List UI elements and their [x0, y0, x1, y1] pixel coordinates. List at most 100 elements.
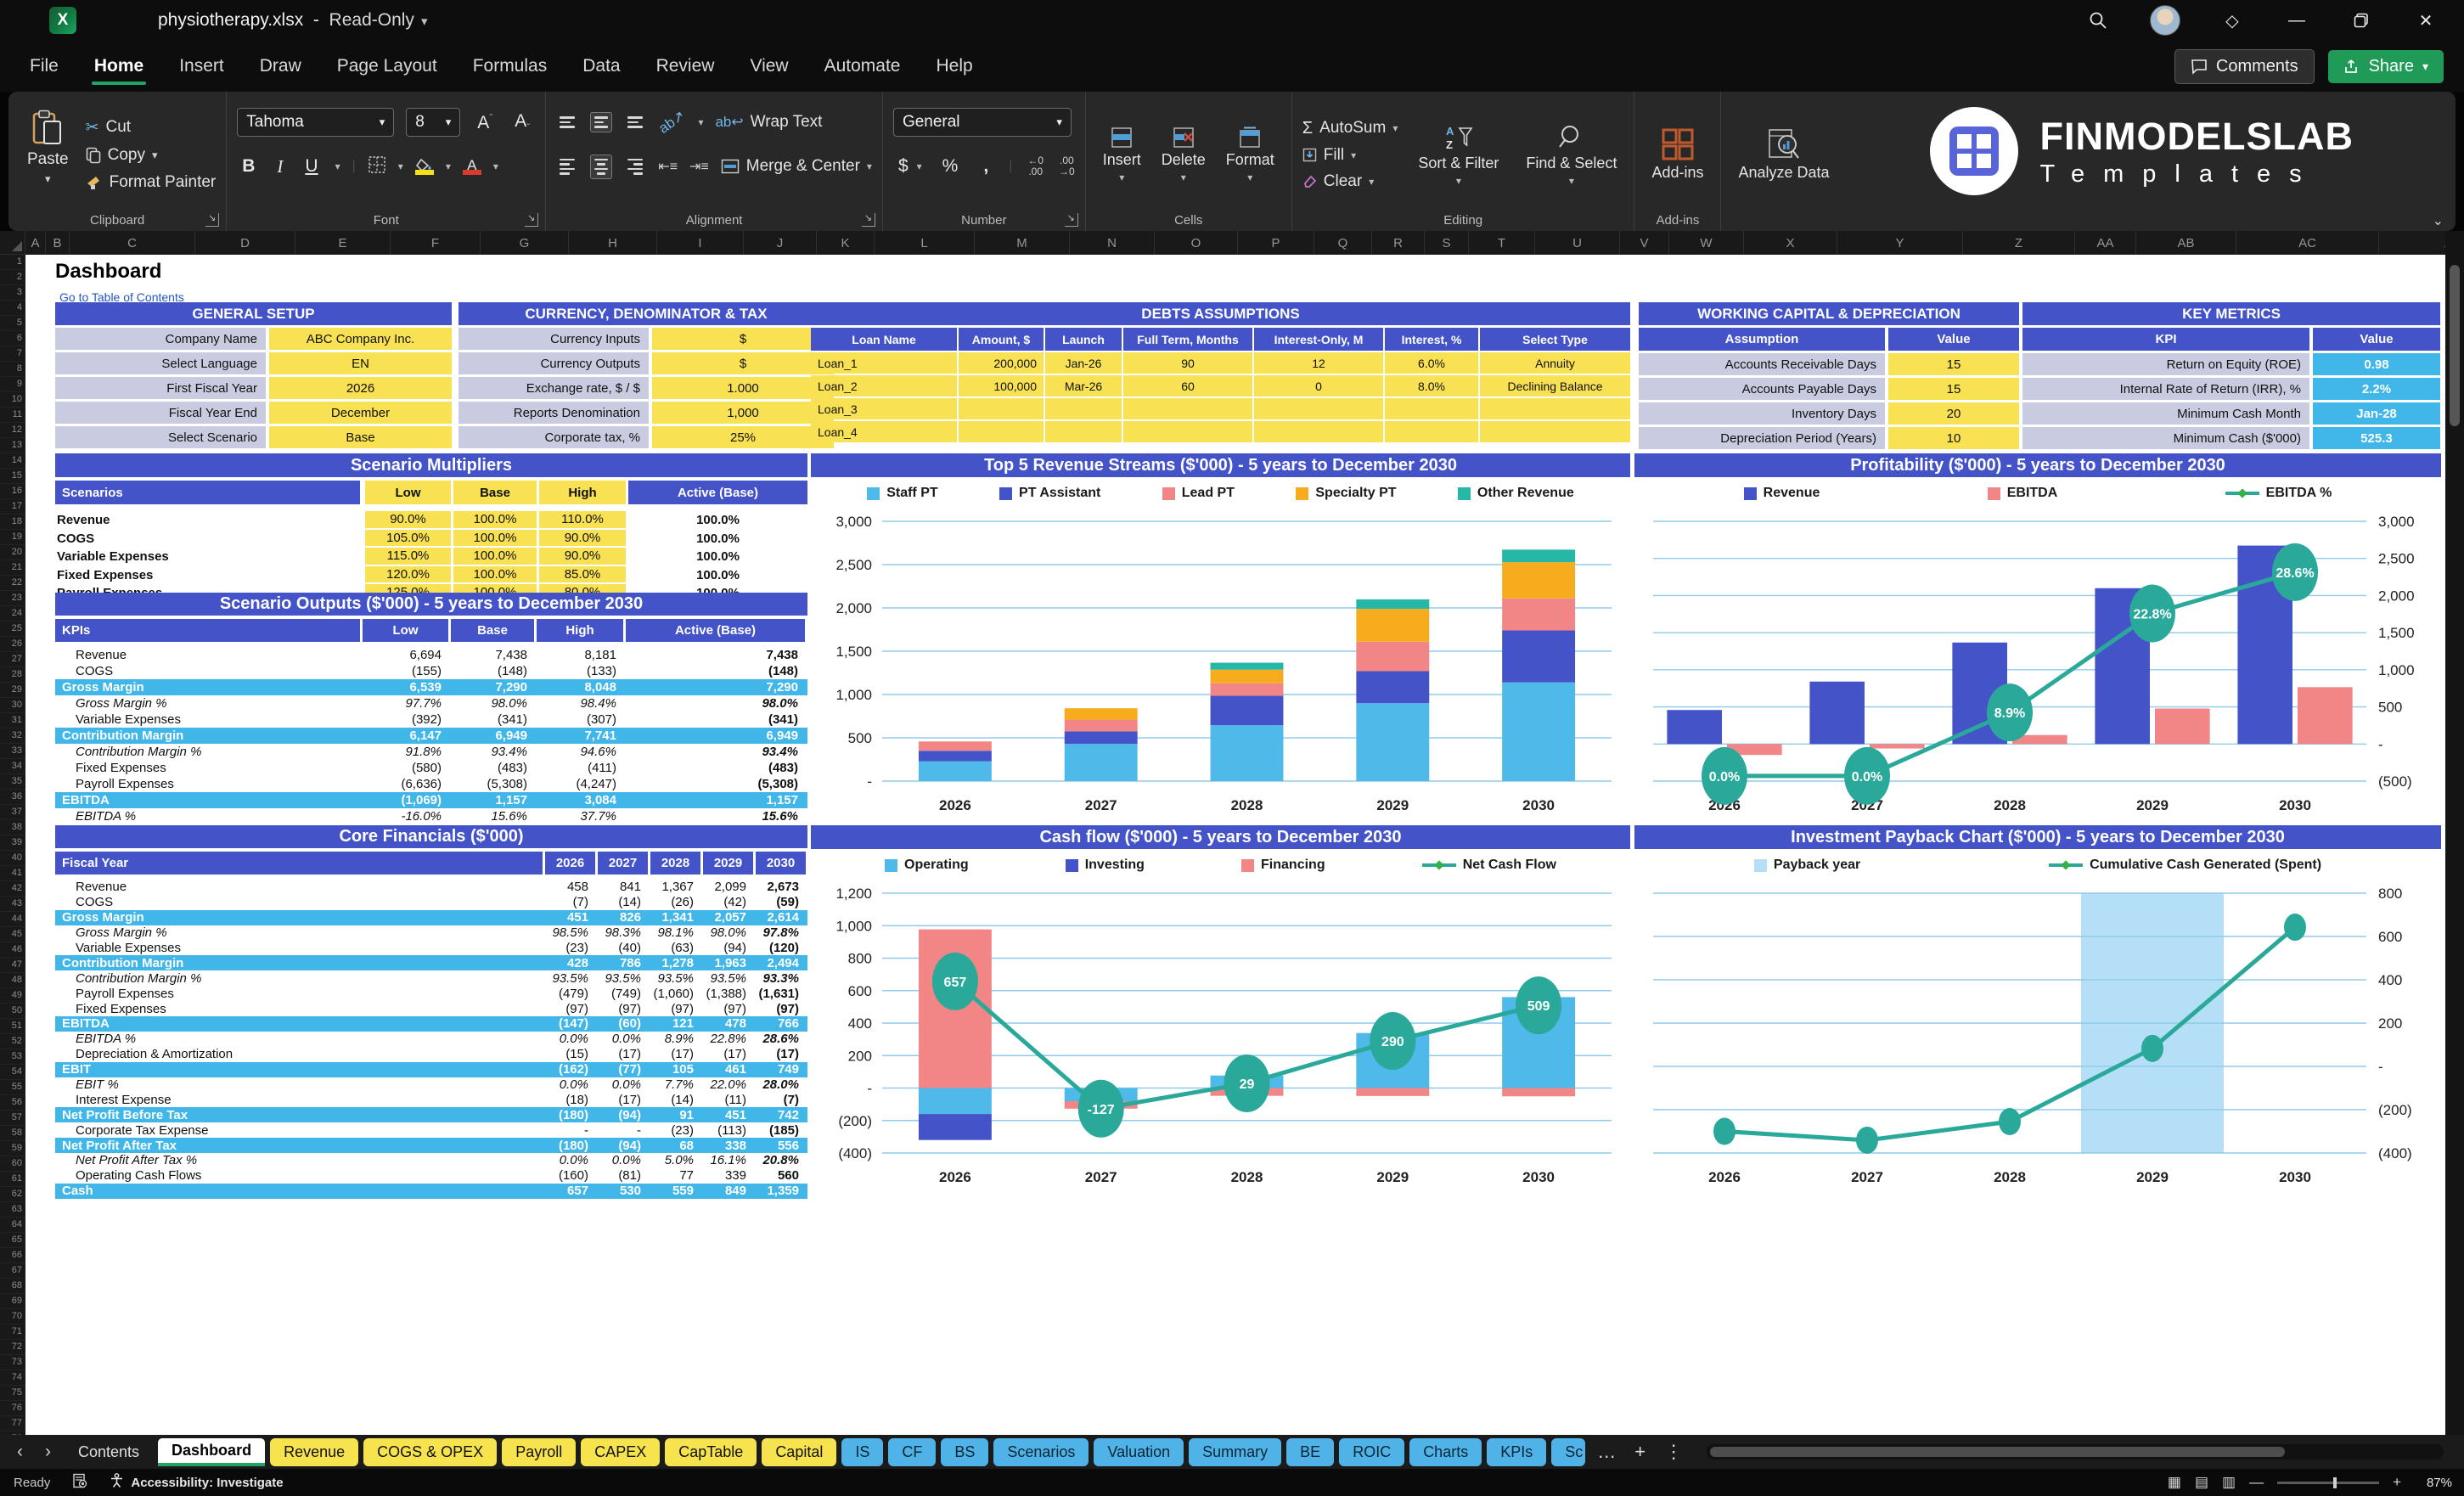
italic-button[interactable]: I	[272, 156, 288, 177]
sheet-tab-captable[interactable]: CapTable	[665, 1438, 757, 1466]
row-value[interactable]: $	[652, 328, 834, 350]
horizontal-scrollbar[interactable]	[1707, 1444, 2444, 1459]
percent-format-icon[interactable]: %	[937, 156, 964, 177]
menu-tab-formulas[interactable]: Formulas	[455, 44, 565, 88]
row-header[interactable]: 36	[0, 790, 25, 805]
cell[interactable]: Loan_1	[811, 352, 957, 374]
row-header[interactable]: 17	[0, 499, 25, 515]
row-header[interactable]: 67	[0, 1263, 25, 1279]
sheet-tab-cf[interactable]: CF	[888, 1438, 936, 1466]
column-header-C[interactable]: C	[70, 231, 195, 255]
row-header[interactable]: 69	[0, 1294, 25, 1309]
column-header-V[interactable]: V	[1620, 231, 1669, 255]
row-value[interactable]: $	[652, 352, 834, 374]
column-headers[interactable]: ABCDEFGHIJKLMNOPQRSTUVWXYZAAABACAD	[25, 231, 2445, 255]
column-header-R[interactable]: R	[1372, 231, 1425, 255]
column-header-Q[interactable]: Q	[1314, 231, 1372, 255]
row-header[interactable]: 18	[0, 515, 25, 530]
find-select-button[interactable]: Find & Select▾	[1519, 121, 1623, 188]
cell[interactable]: Jan-26	[1045, 352, 1122, 374]
menu-tab-page-layout[interactable]: Page Layout	[319, 44, 455, 88]
sheet-tab-summary[interactable]: Summary	[1189, 1438, 1281, 1466]
row-header[interactable]: 30	[0, 698, 25, 713]
row-header[interactable]: 70	[0, 1309, 25, 1324]
page-layout-view-icon[interactable]: ▤	[2195, 1474, 2208, 1491]
zoom-in-icon[interactable]: +	[2393, 1474, 2401, 1491]
sheet-tab-scenarios[interactable]: Scenarios	[993, 1438, 1089, 1466]
row-header[interactable]: 75	[0, 1386, 25, 1401]
font-color-icon[interactable]: A	[463, 159, 481, 175]
menu-tab-insert[interactable]: Insert	[161, 44, 242, 88]
copy-button[interactable]: Copy▾	[86, 146, 217, 165]
row-header[interactable]: 16	[0, 484, 25, 499]
row-headers[interactable]: 1234567891011121314151617181920212223242…	[0, 255, 25, 1435]
cell[interactable]: Loan_3	[811, 398, 957, 419]
column-header-T[interactable]: T	[1469, 231, 1535, 255]
row-header[interactable]: 63	[0, 1202, 25, 1218]
row-header[interactable]: 15	[0, 469, 25, 484]
sheet-tab-valuation[interactable]: Valuation	[1094, 1438, 1184, 1466]
menu-tab-draw[interactable]: Draw	[242, 44, 319, 88]
row-header[interactable]: 29	[0, 683, 25, 698]
cell[interactable]	[1385, 421, 1478, 442]
cell[interactable]: 100,000	[959, 375, 1044, 396]
column-header-J[interactable]: J	[744, 231, 817, 255]
row-value[interactable]: 20	[1888, 402, 2019, 425]
row-header[interactable]: 22	[0, 576, 25, 591]
cell[interactable]	[1480, 398, 1630, 419]
bold-button[interactable]: B	[237, 156, 260, 177]
menu-tab-automate[interactable]: Automate	[807, 44, 919, 88]
avatar[interactable]	[2150, 5, 2180, 36]
row-header[interactable]: 76	[0, 1401, 25, 1416]
number-format-select[interactable]: General▾	[893, 108, 1072, 137]
row-header[interactable]: 44	[0, 912, 25, 927]
table-row[interactable]: Loan_4	[811, 421, 1630, 442]
cut-button[interactable]: ✂Cut	[86, 118, 217, 138]
column-header-E[interactable]: E	[295, 231, 391, 255]
row-header[interactable]: 1	[0, 255, 25, 270]
row-header[interactable]: 33	[0, 744, 25, 759]
row-value[interactable]: December	[269, 402, 452, 424]
row-header[interactable]: 41	[0, 866, 25, 881]
worksheet-canvas[interactable]: Dashboard Go to Table of Contents GENERA…	[25, 255, 2445, 1435]
row-header[interactable]: 3	[0, 285, 25, 301]
currency-format-icon[interactable]: $	[893, 156, 914, 177]
menu-tab-file[interactable]: File	[12, 44, 76, 88]
format-cells-button[interactable]: Format▾	[1219, 125, 1281, 185]
cell[interactable]	[959, 421, 1044, 442]
sheet-tab-bs[interactable]: BS	[941, 1438, 988, 1466]
format-painter-button[interactable]: Format Painter	[86, 173, 217, 192]
insert-cells-button[interactable]: Insert▾	[1096, 125, 1148, 185]
cell[interactable]: 85.0%	[539, 566, 626, 585]
zoom-slider[interactable]	[2277, 1482, 2379, 1484]
menu-tab-view[interactable]: View	[732, 44, 806, 88]
tabs-menu-button[interactable]: ⋮	[1657, 1441, 1690, 1463]
column-header-D[interactable]: D	[195, 231, 295, 255]
row-header[interactable]: 66	[0, 1248, 25, 1263]
sheet-tab-roic[interactable]: ROIC	[1339, 1438, 1404, 1466]
cell[interactable]: Mar-26	[1045, 375, 1122, 396]
search-icon[interactable]	[2085, 8, 2111, 33]
cell[interactable]: 115.0%	[365, 548, 451, 566]
zoom-out-icon[interactable]: —	[2249, 1474, 2264, 1491]
row-header[interactable]: 71	[0, 1324, 25, 1340]
row-value[interactable]: Base	[269, 426, 452, 448]
cell[interactable]: 100.0%	[453, 530, 537, 548]
sheet-tab-payroll[interactable]: Payroll	[502, 1438, 576, 1466]
table-row[interactable]: Loan_3	[811, 398, 1630, 419]
cell[interactable]: 110.0%	[539, 511, 626, 530]
row-header[interactable]: 74	[0, 1370, 25, 1386]
chevron-down-icon[interactable]: ▾	[421, 14, 428, 29]
row-header[interactable]: 8	[0, 362, 25, 377]
row-header[interactable]: 25	[0, 621, 25, 637]
row-header[interactable]: 61	[0, 1172, 25, 1187]
row-value[interactable]: Jan-28	[2313, 402, 2440, 425]
row-header[interactable]: 68	[0, 1279, 25, 1294]
column-header-M[interactable]: M	[975, 231, 1070, 255]
cell[interactable]: 60	[1123, 375, 1252, 396]
column-header-N[interactable]: N	[1070, 231, 1155, 255]
font-family-select[interactable]: Tahoma▾	[237, 108, 394, 137]
row-header[interactable]: 5	[0, 316, 25, 331]
row-header[interactable]: 77	[0, 1416, 25, 1431]
row-header[interactable]: 34	[0, 759, 25, 774]
